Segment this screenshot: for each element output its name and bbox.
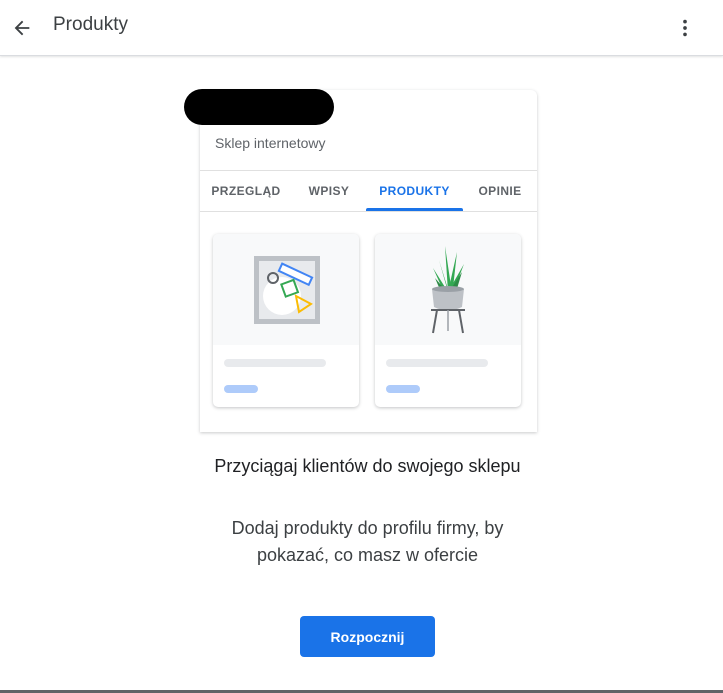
description: Dodaj produkty do profilu firmy, by poka… (0, 515, 723, 569)
more-vert-icon (683, 19, 687, 37)
description-line: Dodaj produkty do profilu firmy, by (231, 518, 504, 538)
get-started-button[interactable]: Rozpocznij (300, 616, 435, 657)
tab-products: PRODUKTY (366, 171, 463, 211)
more-options-button[interactable] (669, 12, 701, 44)
back-button[interactable] (6, 12, 38, 44)
tab-overview: PRZEGLĄD (211, 184, 281, 198)
redacted-business-name (184, 89, 334, 125)
business-category: Sklep internetowy (215, 135, 326, 151)
product-card (375, 234, 521, 407)
page-title: Produkty (53, 14, 128, 35)
arrow-back-icon (14, 20, 30, 36)
divider (200, 211, 537, 212)
description-line: pokazać, co masz w ofercie (256, 545, 479, 565)
headline: Przyciągaj klientów do swojego sklepu (214, 456, 521, 476)
tab-reviews: OPINIE (478, 184, 522, 198)
profile-preview-card: Sklep internetowy PRZEGLĄD WPISY PRODUKT… (200, 90, 537, 432)
product-name-placeholder (224, 359, 326, 367)
app-bar: Produkty (0, 0, 723, 56)
preview-tabs: PRZEGLĄD WPISY PRODUKTY OPINIE (200, 171, 537, 211)
product-image (213, 234, 359, 345)
tab-posts: WPISY (308, 184, 350, 198)
shapes-frame-icon (254, 256, 320, 324)
potted-plant-icon (431, 246, 465, 334)
product-price-placeholder (224, 385, 258, 393)
product-name-placeholder (386, 359, 488, 367)
product-price-placeholder (386, 385, 420, 393)
product-image (375, 234, 521, 345)
product-card (213, 234, 359, 407)
